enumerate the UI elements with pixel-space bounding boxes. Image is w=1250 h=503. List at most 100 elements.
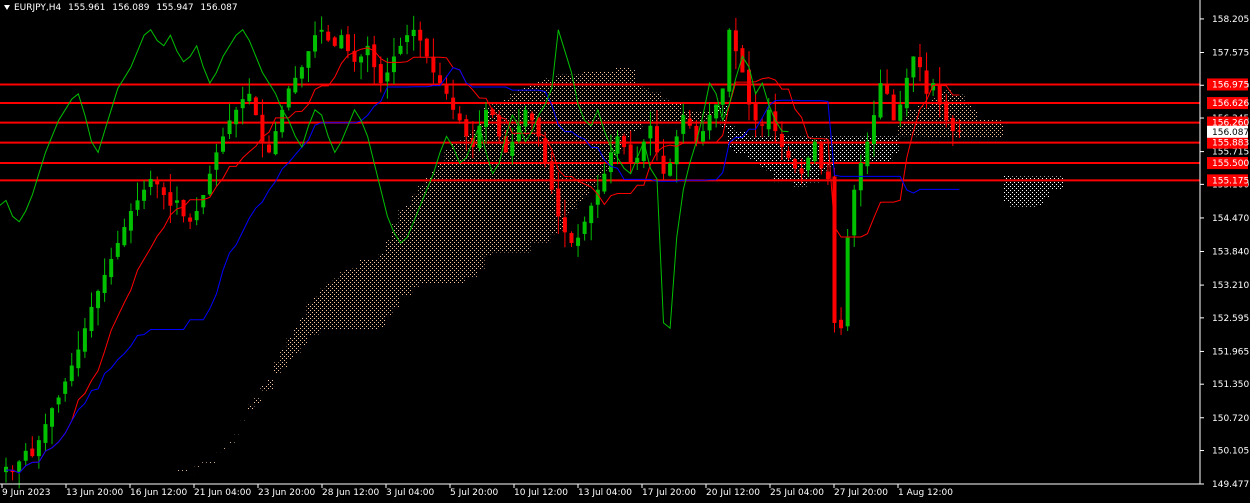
candle-body	[378, 64, 383, 84]
cloud-segment	[674, 103, 682, 123]
candle-body	[694, 125, 699, 142]
candle-body	[253, 97, 258, 116]
cloud-segment	[964, 104, 972, 138]
candle-body	[372, 44, 377, 68]
cloud-segment	[286, 337, 294, 360]
candle-body	[806, 157, 811, 171]
candle-body	[299, 67, 304, 79]
cloud-segment	[273, 362, 281, 374]
symbol-timeframe: EURJPY,H4	[14, 3, 62, 13]
candle-body	[582, 221, 587, 234]
cloud-segment	[917, 105, 926, 137]
cloud-segment	[839, 136, 847, 164]
cloud-segment	[470, 129, 478, 277]
candle-body	[214, 152, 219, 170]
candle-body	[424, 38, 429, 57]
price-tick-label: 152.595	[1212, 314, 1249, 324]
candle-body	[924, 70, 929, 94]
cloud-segment	[174, 470, 183, 472]
dropdown-triangle-icon[interactable]	[4, 5, 10, 10]
cloud-segment	[411, 194, 419, 288]
chart-area[interactable]: 158.205157.575156.960156.345155.715155.1…	[0, 0, 1250, 500]
candle-body	[96, 290, 101, 309]
cloud-segment	[418, 184, 426, 284]
candle-body	[654, 126, 659, 153]
low-price: 155.947	[156, 3, 194, 13]
cloud-segment	[582, 71, 590, 197]
cloud-segment	[299, 317, 307, 346]
candle-body	[122, 227, 127, 246]
candle-body	[944, 101, 949, 121]
candle-body	[23, 450, 28, 461]
candle-body	[608, 152, 613, 173]
candle-body	[865, 141, 870, 167]
candle-body	[786, 150, 791, 158]
cloud-segment	[878, 136, 886, 162]
close-price: 156.087	[200, 3, 238, 13]
cloud-segment	[727, 124, 735, 148]
candle-body	[681, 115, 686, 134]
cloud-segment	[339, 272, 347, 330]
time-tick-label: 5 Jul 20:00	[450, 488, 499, 498]
cloud-segment	[405, 205, 413, 297]
candle-body	[819, 143, 824, 169]
cloud-segment	[602, 71, 610, 171]
cloud-segment	[372, 259, 380, 330]
candle-body	[188, 217, 193, 222]
candle-body	[904, 77, 909, 109]
cloud-segment	[562, 74, 570, 215]
cloud-segment	[516, 89, 524, 253]
cloud-segment	[1056, 176, 1064, 190]
candle-body	[503, 136, 508, 153]
price-tick-label: 157.575	[1212, 48, 1249, 58]
candle-body	[50, 408, 55, 427]
time-tick-label: 23 Jun 20:00	[258, 488, 315, 498]
cloud-segment	[319, 288, 327, 330]
price-tick-label: 150.105	[1212, 447, 1249, 457]
cloud-segment	[858, 136, 866, 162]
candle-body	[4, 466, 8, 473]
time-tick-label: 17 Jul 20:00	[642, 488, 696, 498]
candle-body	[418, 29, 423, 41]
candle-body	[240, 99, 245, 109]
candle-body	[911, 56, 916, 78]
time-tick-label: 21 Jun 04:00	[194, 488, 251, 498]
candle-body	[444, 85, 449, 94]
candle-body	[497, 115, 502, 137]
price-tick-label: 151.965	[1212, 347, 1249, 357]
candle-body	[293, 77, 298, 93]
candle-body	[345, 34, 350, 52]
level-label: 155.500	[1212, 159, 1249, 169]
candle-body	[556, 188, 561, 217]
cloud-segment	[188, 473, 196, 475]
candle-body	[589, 205, 594, 224]
cloud-segment	[280, 349, 288, 369]
level-label: 155.883	[1212, 139, 1249, 149]
candle-body	[56, 397, 61, 405]
candle-body	[273, 131, 278, 155]
cloud-segment	[845, 136, 853, 164]
time-tick-label: 1 Aug 12:00	[898, 488, 953, 498]
candle-body	[437, 75, 442, 84]
candle-body	[339, 35, 344, 49]
candle-body	[359, 56, 364, 63]
cloud-segment	[668, 102, 676, 123]
cloud-segment	[313, 296, 321, 335]
candle-body	[181, 199, 186, 217]
cloud-segment	[240, 420, 248, 422]
time-tick-label: 13 Jun 20:00	[66, 488, 123, 498]
cloud-segment	[1003, 175, 1011, 202]
candle-body	[69, 365, 74, 382]
candle-body	[878, 83, 883, 118]
candle-body	[714, 104, 719, 119]
candle-body	[569, 233, 574, 243]
candle-body	[793, 159, 798, 169]
candle-body	[760, 124, 765, 126]
candle-body	[799, 168, 804, 174]
price-tick-label: 150.720	[1212, 414, 1249, 424]
candle-body	[247, 93, 252, 102]
candle-body	[306, 51, 311, 68]
cloud-segment	[398, 209, 406, 297]
price-chart[interactable]: 158.205157.575156.960156.345155.715155.1…	[0, 0, 1250, 500]
candle-body	[319, 29, 324, 32]
